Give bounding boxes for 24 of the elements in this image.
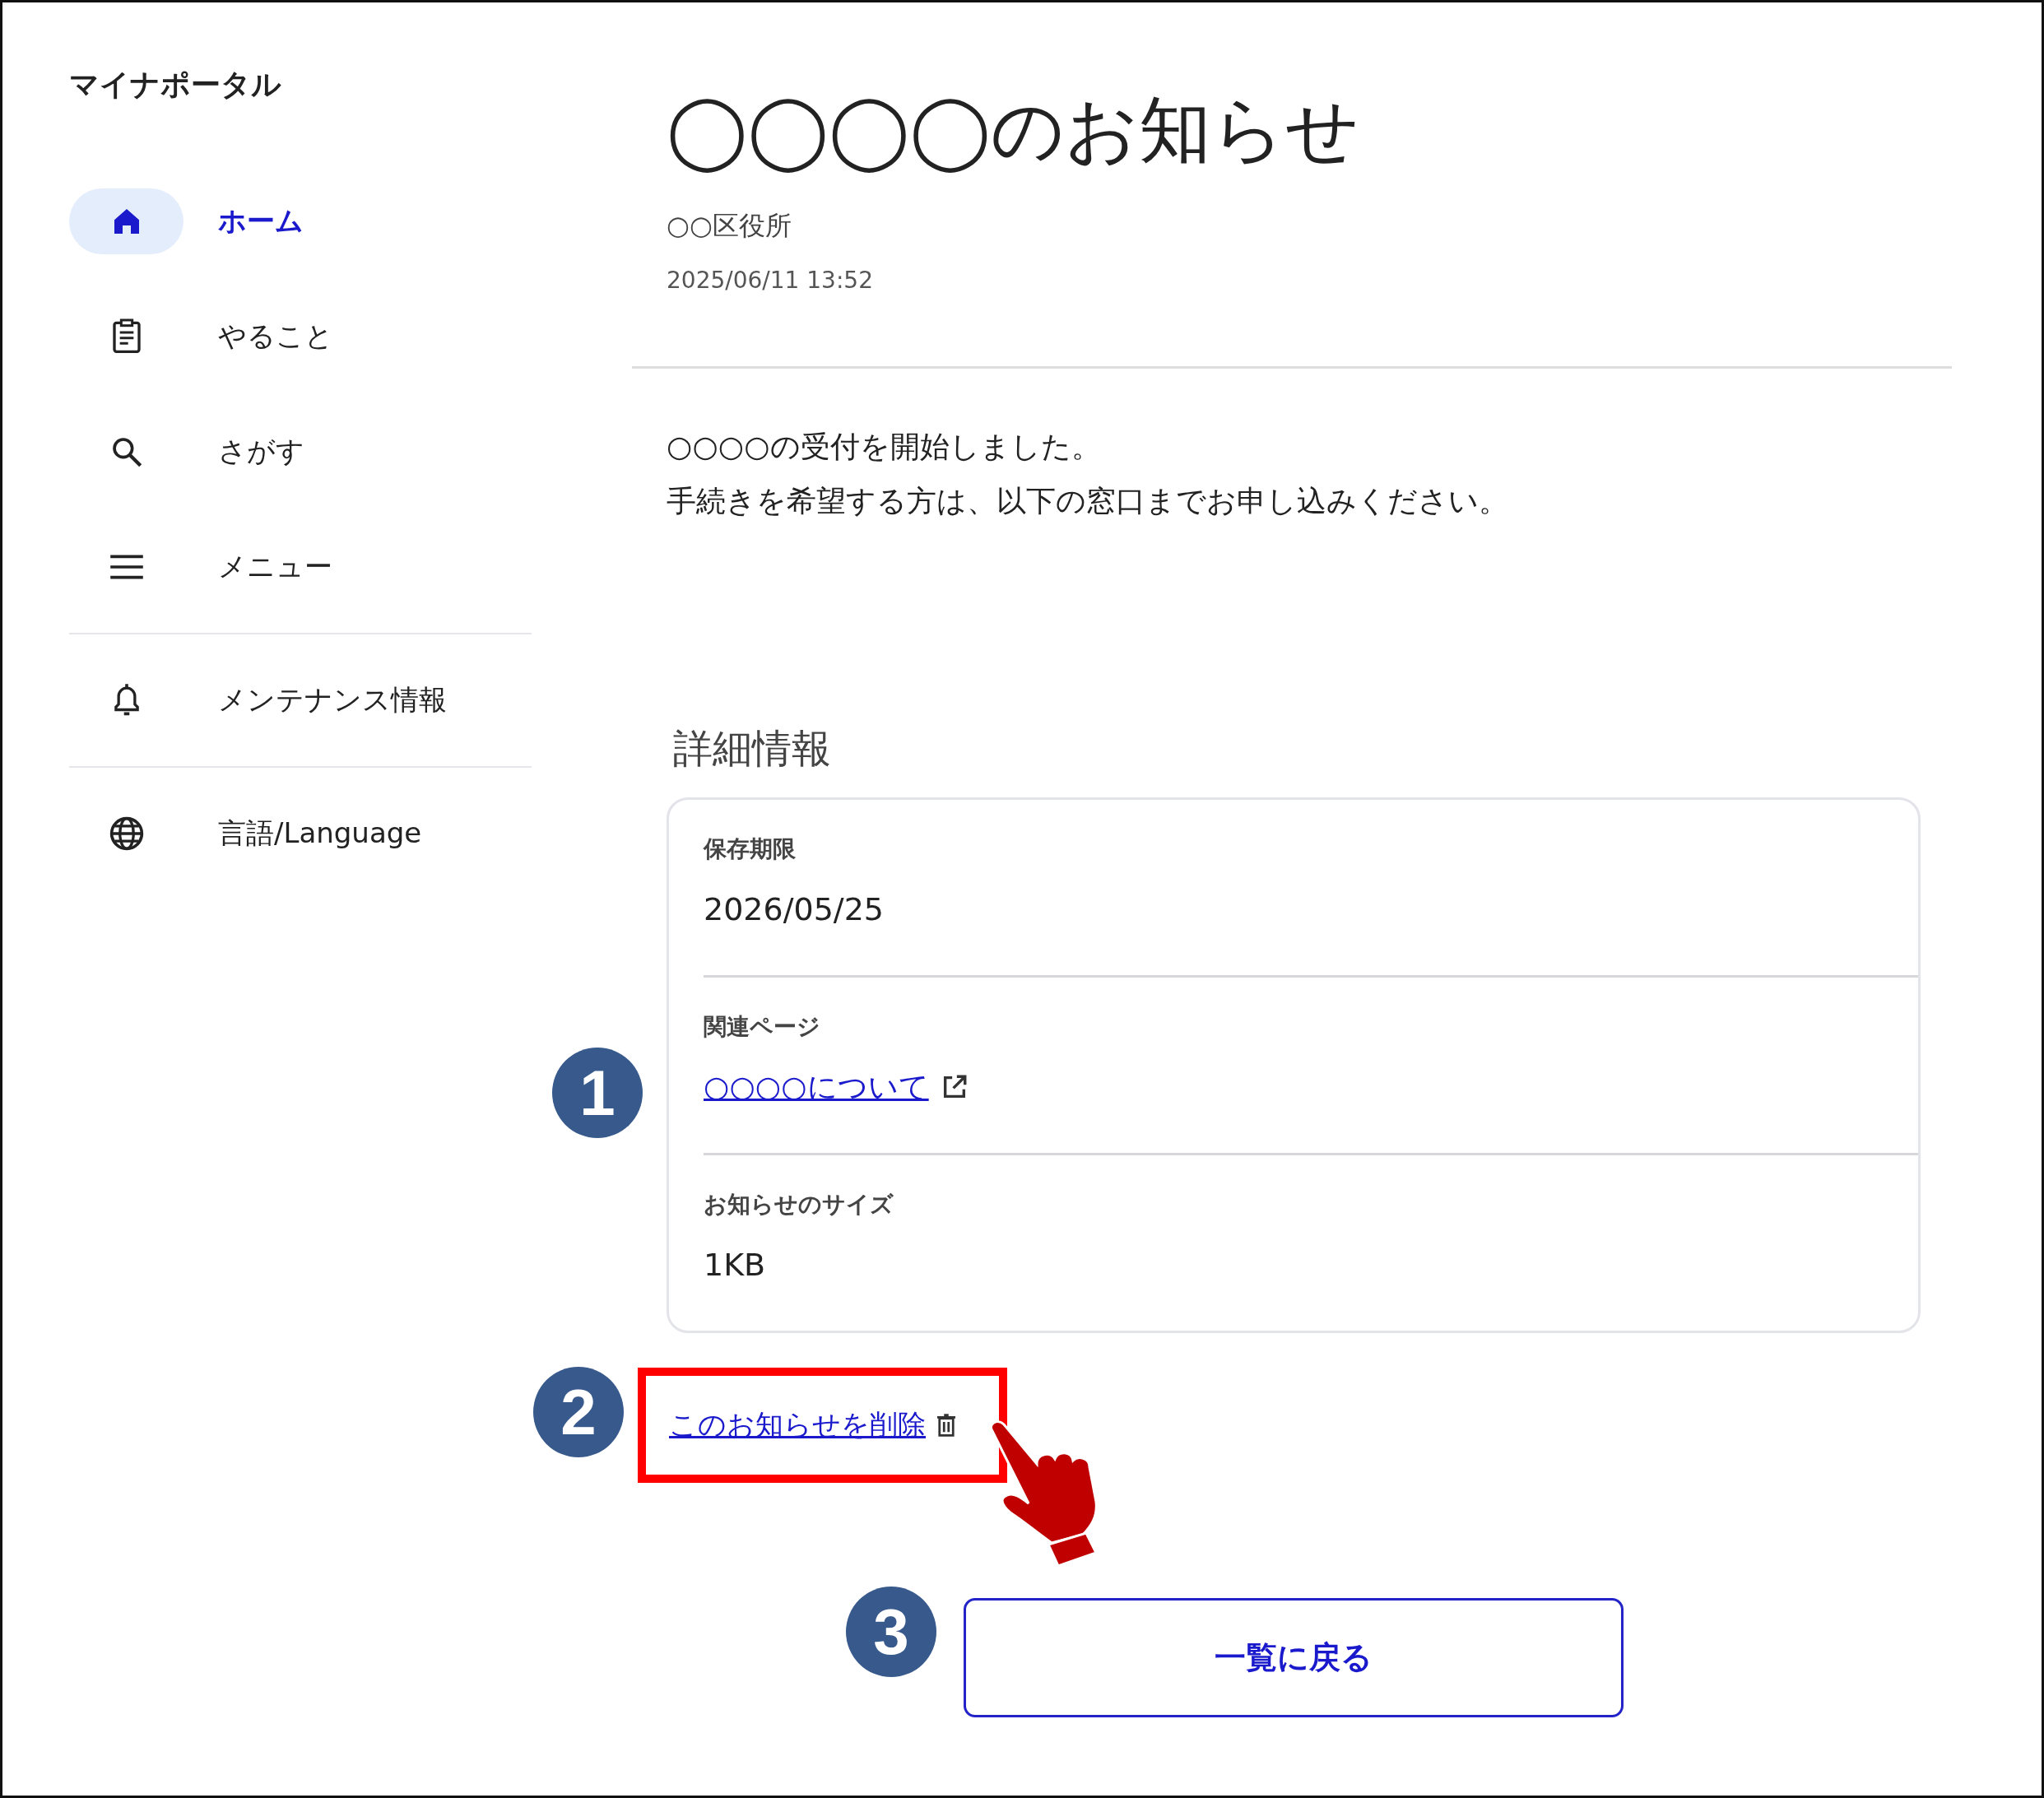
detail-value: 2026/05/25 — [704, 890, 885, 929]
detail-label: 保存期限 — [704, 834, 797, 864]
delete-link[interactable]: このお知らせを削除 — [669, 1406, 926, 1444]
nav-item[interactable]: メニュー — [69, 534, 532, 600]
body-text: 手続きを希望する方は、以下の窓口までお申し込みください。 — [667, 483, 1509, 519]
nav-item[interactable]: やること — [69, 304, 532, 369]
body-text: ○○○○の受付を開始しました。 — [667, 429, 1102, 465]
notice-date: 2025/06/11 13:52 — [667, 267, 874, 294]
section-heading: 詳細情報 — [673, 724, 832, 773]
nav-item[interactable]: ホーム — [69, 188, 532, 254]
detail-label: お知らせのサイズ — [704, 1190, 894, 1220]
nav-item[interactable]: メンテナンス情報 — [69, 667, 532, 733]
back-to-list-button[interactable]: 一覧に戻る — [964, 1598, 1624, 1717]
detail-value: 1KB — [704, 1246, 766, 1285]
step-number-badge: 2 — [533, 1367, 624, 1457]
notice-title: ◯◯◯◯のお知らせ — [667, 86, 1360, 174]
sender-name: ○○区役所 — [667, 209, 792, 243]
detail-label: 関連ページ — [704, 1012, 821, 1042]
nav-item[interactable]: 言語/Language — [69, 801, 532, 866]
app-logo: マイナポータル — [69, 67, 282, 103]
related-page-link[interactable]: ○○○○について — [704, 1066, 929, 1108]
step-number-badge: 1 — [552, 1048, 643, 1138]
nav-item[interactable]: さがす — [69, 419, 532, 485]
step-number-badge: 3 — [846, 1587, 936, 1677]
